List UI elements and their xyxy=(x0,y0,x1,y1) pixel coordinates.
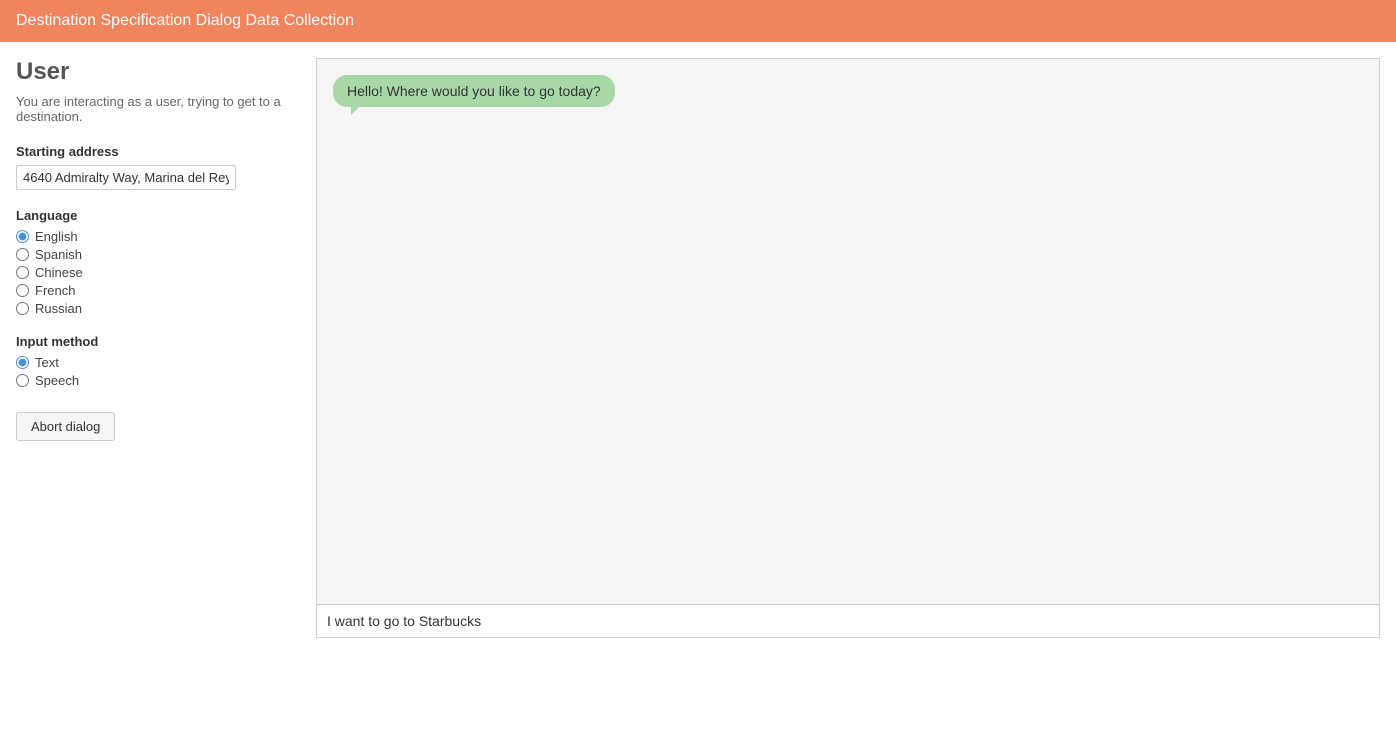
input-method-option-text-label: Text xyxy=(35,355,59,370)
abort-dialog-button[interactable]: Abort dialog xyxy=(16,412,115,441)
header-title: Destination Specification Dialog Data Co… xyxy=(16,12,354,29)
input-method-section: Input method Text Speech xyxy=(16,334,296,388)
language-option-french[interactable]: French xyxy=(16,283,296,298)
language-option-chinese[interactable]: Chinese xyxy=(16,265,296,280)
starting-address-section: Starting address xyxy=(16,144,296,190)
language-radio-russian[interactable] xyxy=(16,302,29,315)
language-radio-spanish[interactable] xyxy=(16,248,29,261)
language-option-spanish[interactable]: Spanish xyxy=(16,247,296,262)
language-option-russian[interactable]: Russian xyxy=(16,301,296,316)
chat-input-area[interactable] xyxy=(317,604,1379,637)
language-option-french-label: French xyxy=(35,283,75,298)
language-option-english[interactable]: English xyxy=(16,229,296,244)
input-method-option-speech-label: Speech xyxy=(35,373,79,388)
language-option-chinese-label: Chinese xyxy=(35,265,83,280)
app-header: Destination Specification Dialog Data Co… xyxy=(0,0,1396,42)
input-method-option-text[interactable]: Text xyxy=(16,355,296,370)
input-method-radio-speech[interactable] xyxy=(16,374,29,387)
language-option-english-label: English xyxy=(35,229,78,244)
language-option-spanish-label: Spanish xyxy=(35,247,82,262)
bot-message-text: Hello! Where would you like to go today? xyxy=(347,83,601,99)
starting-address-label: Starting address xyxy=(16,144,296,159)
language-option-russian-label: Russian xyxy=(35,301,82,316)
input-method-label: Input method xyxy=(16,334,296,349)
language-radio-english[interactable] xyxy=(16,230,29,243)
bot-message: Hello! Where would you like to go today? xyxy=(333,75,615,107)
language-radio-french[interactable] xyxy=(16,284,29,297)
left-panel: User You are interacting as a user, tryi… xyxy=(16,58,296,638)
input-method-option-speech[interactable]: Speech xyxy=(16,373,296,388)
language-section: Language English Spanish Chinese French … xyxy=(16,208,296,316)
chat-area: Hello! Where would you like to go today? xyxy=(317,59,1379,604)
page-subtitle: You are interacting as a user, trying to… xyxy=(16,94,296,124)
language-label: Language xyxy=(16,208,296,223)
chat-input[interactable] xyxy=(327,613,1369,629)
page-title: User xyxy=(16,58,296,86)
chat-panel: Hello! Where would you like to go today? xyxy=(316,58,1380,638)
main-content: User You are interacting as a user, tryi… xyxy=(0,42,1396,654)
input-method-radio-text[interactable] xyxy=(16,356,29,369)
language-radio-chinese[interactable] xyxy=(16,266,29,279)
starting-address-input[interactable] xyxy=(16,165,236,190)
